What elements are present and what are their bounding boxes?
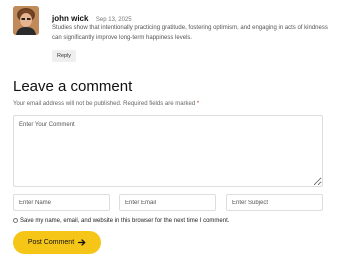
save-info-row: Save my name, email, and website in this… <box>13 216 229 225</box>
comment-item: john wick Sep 13, 2025 Studies show that… <box>13 6 331 62</box>
post-comment-label: Post Comment <box>27 239 75 246</box>
subject-field[interactable] <box>226 194 323 211</box>
form-notice: Your email address will not be published… <box>13 101 199 107</box>
name-field[interactable] <box>13 194 110 211</box>
reply-button[interactable]: Reply <box>52 50 77 62</box>
required-mark: * <box>196 101 200 107</box>
post-comment-button[interactable]: Post Comment <box>13 231 101 254</box>
arrow-right-icon <box>78 239 86 246</box>
notice-text: Your email address will not be published… <box>13 101 196 107</box>
save-info-label: Save my name, email, and website in this… <box>20 217 230 224</box>
form-title: Leave a comment <box>13 78 133 95</box>
save-info-checkbox[interactable] <box>13 218 18 223</box>
comment-text: Studies show that intentionally practici… <box>52 25 328 41</box>
comment-textarea[interactable] <box>13 115 323 187</box>
comment-author: john wick <box>52 14 89 23</box>
avatar <box>13 6 39 35</box>
email-field[interactable] <box>119 194 216 211</box>
